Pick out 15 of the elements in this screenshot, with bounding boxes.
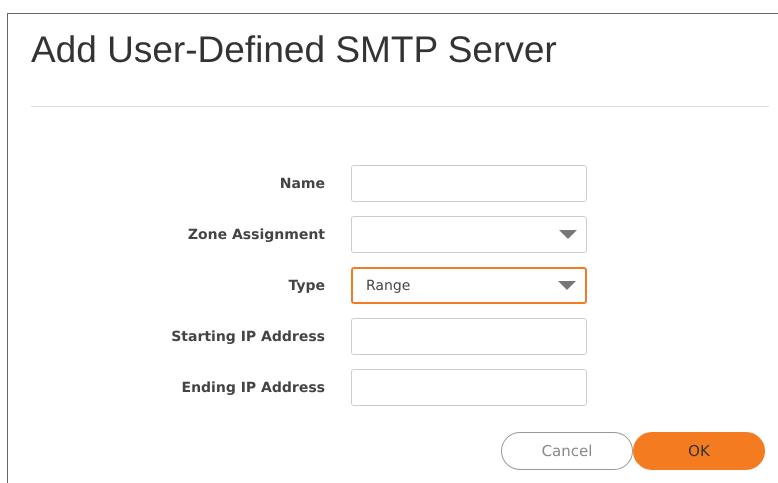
dropdown-field[interactable]: Range	[351, 267, 587, 304]
field-label: Ending IP Address	[180, 380, 325, 396]
field-label: Starting IP Address	[170, 328, 325, 344]
dialog-title: Add User-Defined SMTP Server	[31, 28, 557, 72]
field-label: Name	[278, 176, 325, 192]
text-field[interactable]	[351, 165, 587, 202]
dropdown-field[interactable]	[351, 216, 587, 253]
text-field[interactable]	[351, 369, 587, 406]
ok-button[interactable]: OK	[633, 432, 765, 470]
cancel-button[interactable]: Cancel	[501, 432, 633, 470]
field-label: Type	[287, 278, 325, 294]
caret-icon	[559, 230, 577, 239]
text-field[interactable]	[351, 318, 587, 355]
field-label: Zone Assignment	[186, 226, 325, 242]
caret-icon	[558, 281, 576, 290]
